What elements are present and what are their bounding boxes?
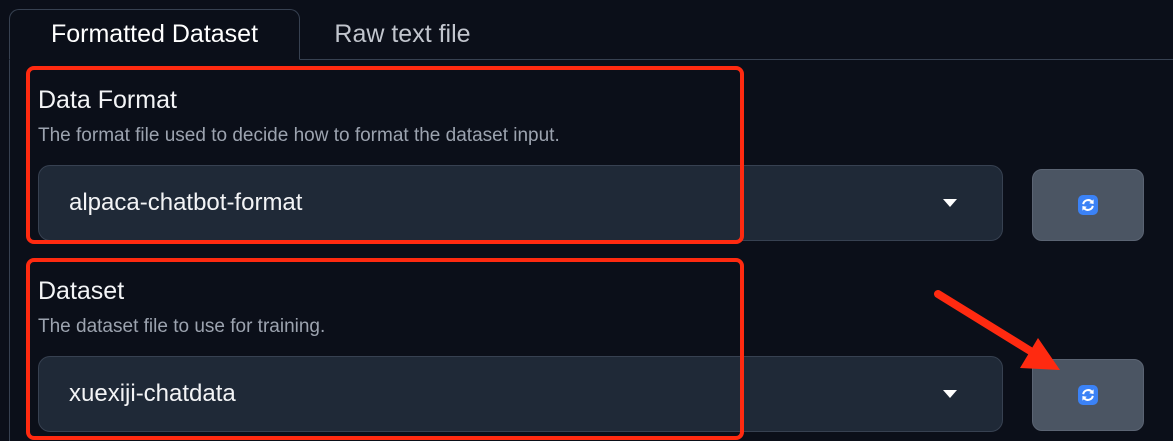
refresh-icon [1078, 385, 1098, 405]
chevron-down-icon [943, 199, 957, 207]
dataset-dropdown[interactable]: xuexiji-chatdata [38, 356, 1003, 432]
dataset-label: Dataset [38, 277, 125, 305]
chevron-down-icon [943, 390, 957, 398]
data-format-dropdown[interactable]: alpaca-chatbot-format [38, 165, 1003, 241]
refresh-icon [1078, 195, 1098, 215]
dataset-selected-value: xuexiji-chatdata [69, 380, 236, 407]
tab-raw-text-file[interactable]: Raw text file [300, 9, 505, 60]
tab-formatted-dataset[interactable]: Formatted Dataset [9, 9, 300, 60]
dataset-info: The dataset file to use for training. [38, 316, 326, 337]
data-format-selected-value: alpaca-chatbot-format [69, 189, 303, 216]
data-format-info: The format file used to decide how to fo… [38, 125, 560, 146]
tab-formatted-dataset-label: Formatted Dataset [50, 20, 259, 48]
dataset-refresh-button[interactable] [1032, 359, 1144, 431]
data-format-label: Data Format [38, 86, 177, 114]
tab-raw-text-file-label: Raw text file [334, 20, 471, 48]
data-format-refresh-button[interactable] [1032, 169, 1144, 241]
